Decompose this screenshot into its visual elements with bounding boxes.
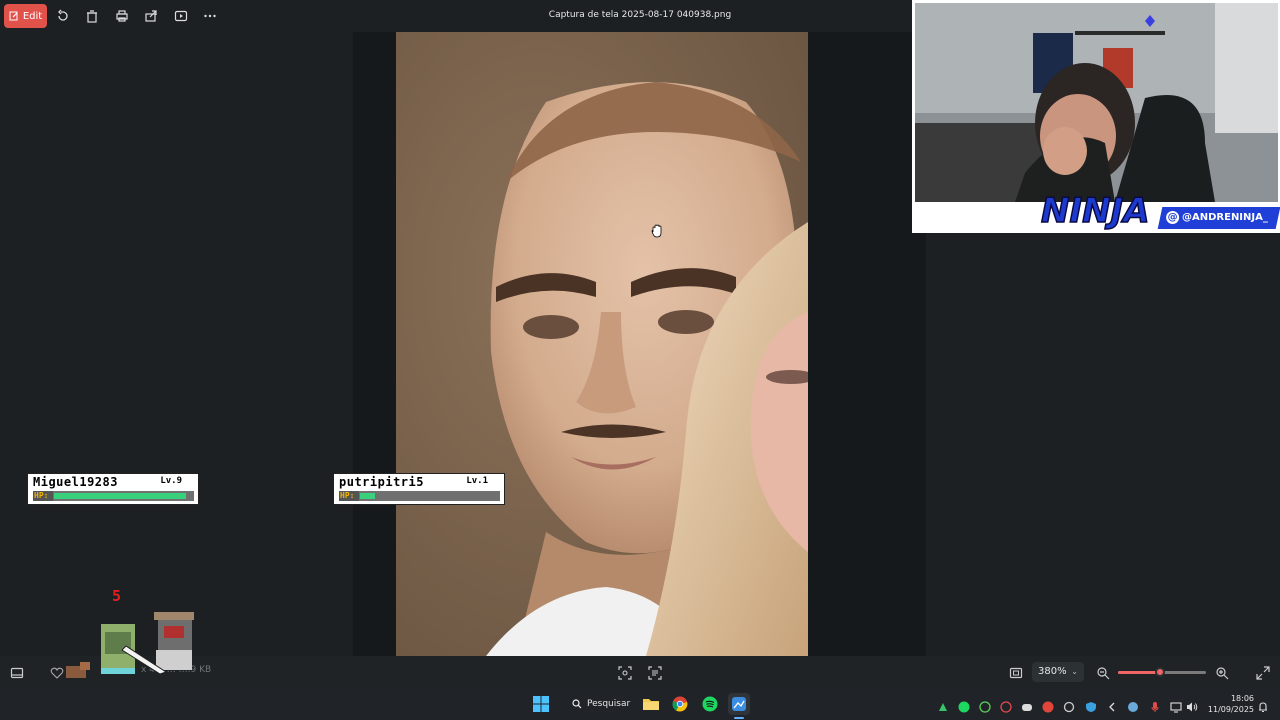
slideshow-icon[interactable] (173, 8, 189, 24)
pet-sprite (66, 662, 90, 678)
viewer-toolbar: Edit Captura de tela 2025-08-17 040938.p… (0, 0, 912, 32)
zoom-slider-thumb[interactable] (1155, 667, 1165, 677)
zoom-level-dropdown[interactable]: 380% ⌄ (1032, 662, 1084, 682)
tray-app-icon[interactable] (937, 698, 949, 711)
zoom-level-value: 380% (1038, 666, 1067, 677)
microphone-icon[interactable] (1149, 698, 1161, 712)
hp-fill (360, 493, 375, 499)
spotify-icon[interactable] (699, 693, 721, 715)
hand-cursor-icon (649, 223, 665, 239)
player-level: Lv.9 (160, 476, 182, 486)
taskbar-search[interactable]: Pesquisar (562, 693, 632, 715)
tray-steelseries-icon[interactable] (1000, 698, 1012, 713)
ninja-logo: NINJA (1040, 190, 1150, 232)
webcam-overlay: @ @ANDRENINJA_ NINJA (912, 0, 1280, 233)
player-level: Lv.1 (466, 476, 488, 486)
photos-app-icon[interactable] (728, 693, 750, 715)
filmstrip-icon[interactable] (10, 665, 24, 679)
at-icon: @ (1166, 211, 1180, 224)
crop-select-icon[interactable] (618, 665, 632, 680)
tray-discord-icon[interactable] (1021, 698, 1033, 711)
search-icon (572, 699, 582, 709)
svg-text:NINJA: NINJA (1041, 191, 1150, 231)
hp-label: HP: (339, 491, 359, 501)
chevron-down-icon: ⌄ (1071, 667, 1078, 676)
hp-label: HP: (33, 491, 53, 501)
tray-chevron-icon[interactable] (1106, 698, 1118, 712)
more-options-icon[interactable] (202, 8, 218, 24)
rotate-icon[interactable] (55, 8, 71, 24)
zoom-out-icon[interactable] (1096, 665, 1110, 680)
edit-icon (9, 11, 18, 21)
network-icon[interactable] (1170, 698, 1182, 713)
start-button[interactable] (530, 693, 552, 715)
player-name: Miguel19283 (33, 475, 118, 489)
chrome-icon[interactable] (669, 693, 691, 715)
fullscreen-icon[interactable] (1256, 665, 1270, 680)
tray-settings-icon[interactable] (1063, 698, 1075, 713)
hp-fill (54, 493, 186, 499)
notification-icon[interactable] (1257, 698, 1269, 713)
windows-taskbar: Pesquisar 18:06 11/09/2025 (0, 688, 1280, 720)
player-name: putripitri5 (339, 475, 424, 489)
text-recognition-icon[interactable] (648, 665, 662, 680)
displayed-photo[interactable] (396, 32, 808, 656)
edit-button-label: Edit (22, 10, 43, 22)
taskbar-clock[interactable]: 18:06 11/09/2025 (1206, 693, 1254, 715)
active-app-indicator (734, 717, 744, 719)
streamer-handle-badge: @ @ANDRENINJA_ (1157, 207, 1280, 229)
file-explorer-icon[interactable] (640, 693, 662, 715)
player-card: putripitri5 Lv.1 HP: (333, 473, 505, 505)
windows-logo-icon (533, 696, 549, 712)
hp-bar (359, 491, 500, 501)
zoom-slider-fill (1118, 671, 1160, 674)
zoom-in-icon[interactable] (1215, 665, 1229, 680)
player-card: Miguel19283 Lv.9 HP: (27, 473, 199, 505)
clock-time: 18:06 (1230, 694, 1254, 703)
file-title: Captura de tela 2025-08-17 040938.png (548, 10, 732, 20)
webcam-video (915, 3, 1278, 202)
tray-record-icon[interactable] (1042, 698, 1054, 713)
zoom-slider[interactable] (1118, 667, 1206, 677)
search-label: Pesquisar (587, 699, 631, 709)
tray-steam-icon[interactable] (1127, 698, 1139, 712)
tray-xbox-icon[interactable] (979, 698, 991, 713)
hp-bar (53, 491, 194, 501)
clock-date: 11/09/2025 (1207, 705, 1254, 714)
game-sprites (101, 612, 194, 675)
print-icon[interactable] (114, 8, 130, 24)
share-icon[interactable] (143, 8, 159, 24)
volume-icon[interactable] (1186, 698, 1198, 712)
tray-spotify-icon[interactable] (958, 698, 970, 713)
tray-defender-icon[interactable] (1085, 698, 1097, 712)
fit-to-window-icon[interactable] (1009, 665, 1023, 679)
edit-button[interactable]: Edit (4, 4, 47, 28)
delete-icon[interactable] (84, 8, 100, 24)
streamer-handle: @ANDRENINJA_ (1182, 212, 1268, 223)
